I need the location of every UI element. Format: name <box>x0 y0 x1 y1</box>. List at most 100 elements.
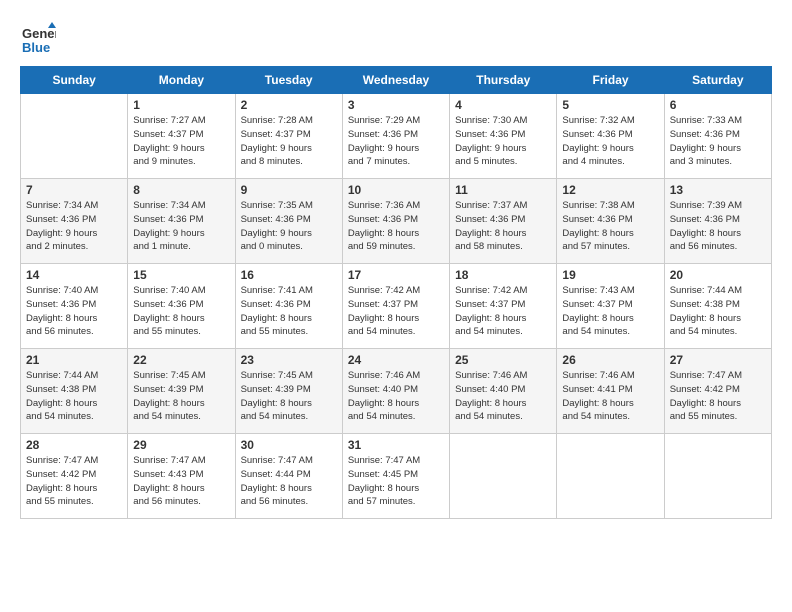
day-number: 29 <box>133 438 229 452</box>
day-number: 15 <box>133 268 229 282</box>
calendar-cell: 13 Sunrise: 7:39 AM Sunset: 4:36 PM Dayli… <box>664 179 771 264</box>
calendar-cell <box>664 434 771 519</box>
day-number: 23 <box>241 353 337 367</box>
day-info: Sunrise: 7:38 AM Sunset: 4:36 PM Dayligh… <box>562 199 658 254</box>
day-info: Sunrise: 7:43 AM Sunset: 4:37 PM Dayligh… <box>562 284 658 339</box>
day-info: Sunrise: 7:44 AM Sunset: 4:38 PM Dayligh… <box>26 369 122 424</box>
weekday-header: Monday <box>128 67 235 94</box>
logo-icon: General Blue <box>20 20 56 56</box>
day-info: Sunrise: 7:46 AM Sunset: 4:40 PM Dayligh… <box>348 369 444 424</box>
day-info: Sunrise: 7:47 AM Sunset: 4:42 PM Dayligh… <box>26 454 122 509</box>
day-info: Sunrise: 7:46 AM Sunset: 4:40 PM Dayligh… <box>455 369 551 424</box>
day-number: 18 <box>455 268 551 282</box>
day-number: 12 <box>562 183 658 197</box>
day-number: 30 <box>241 438 337 452</box>
day-info: Sunrise: 7:42 AM Sunset: 4:37 PM Dayligh… <box>348 284 444 339</box>
day-info: Sunrise: 7:28 AM Sunset: 4:37 PM Dayligh… <box>241 114 337 169</box>
calendar-cell <box>557 434 664 519</box>
calendar-table: SundayMondayTuesdayWednesdayThursdayFrid… <box>20 66 772 519</box>
calendar-cell: 19Sunrise: 7:43 AM Sunset: 4:37 PM Dayli… <box>557 264 664 349</box>
day-number: 11 <box>455 183 551 197</box>
day-number: 3 <box>348 98 444 112</box>
calendar-header: SundayMondayTuesdayWednesdayThursdayFrid… <box>21 67 772 94</box>
day-info: Sunrise: 7:32 AM Sunset: 4:36 PM Dayligh… <box>562 114 658 169</box>
calendar-cell <box>21 94 128 179</box>
calendar-cell: 27 Sunrise: 7:47 AM Sunset: 4:42 PM Dayli… <box>664 349 771 434</box>
day-number: 9 <box>241 183 337 197</box>
calendar-cell: 29 Sunrise: 7:47 AM Sunset: 4:43 PM Dayli… <box>128 434 235 519</box>
calendar-cell: 14 Sunrise: 7:40 AM Sunset: 4:36 PM Dayli… <box>21 264 128 349</box>
calendar-cell: 17 Sunrise: 7:42 AM Sunset: 4:37 PM Dayli… <box>342 264 449 349</box>
weekday-header: Friday <box>557 67 664 94</box>
day-number: 31 <box>348 438 444 452</box>
calendar-cell: 5Sunrise: 7:32 AM Sunset: 4:36 PM Daylig… <box>557 94 664 179</box>
weekday-header: Sunday <box>21 67 128 94</box>
day-number: 27 <box>670 353 766 367</box>
weekday-header: Thursday <box>450 67 557 94</box>
calendar-cell: 15Sunrise: 7:40 AM Sunset: 4:36 PM Dayli… <box>128 264 235 349</box>
day-number: 13 <box>670 183 766 197</box>
day-number: 28 <box>26 438 122 452</box>
day-number: 17 <box>348 268 444 282</box>
day-info: Sunrise: 7:47 AM Sunset: 4:44 PM Dayligh… <box>241 454 337 509</box>
weekday-header: Wednesday <box>342 67 449 94</box>
calendar-week-row: 1 Sunrise: 7:27 AM Sunset: 4:37 PM Daylig… <box>21 94 772 179</box>
calendar-cell: 31 Sunrise: 7:47 AM Sunset: 4:45 PM Dayli… <box>342 434 449 519</box>
calendar-cell: 1 Sunrise: 7:27 AM Sunset: 4:37 PM Daylig… <box>128 94 235 179</box>
calendar-cell: 12 Sunrise: 7:38 AM Sunset: 4:36 PM Dayli… <box>557 179 664 264</box>
day-number: 25 <box>455 353 551 367</box>
day-info: Sunrise: 7:47 AM Sunset: 4:42 PM Dayligh… <box>670 369 766 424</box>
day-number: 1 <box>133 98 229 112</box>
calendar-cell: 3 Sunrise: 7:29 AM Sunset: 4:36 PM Daylig… <box>342 94 449 179</box>
calendar-cell: 30 Sunrise: 7:47 AM Sunset: 4:44 PM Dayli… <box>235 434 342 519</box>
day-info: Sunrise: 7:41 AM Sunset: 4:36 PM Dayligh… <box>241 284 337 339</box>
day-info: Sunrise: 7:34 AM Sunset: 4:36 PM Dayligh… <box>26 199 122 254</box>
day-number: 4 <box>455 98 551 112</box>
day-number: 26 <box>562 353 658 367</box>
day-number: 10 <box>348 183 444 197</box>
weekday-header: Tuesday <box>235 67 342 94</box>
day-number: 7 <box>26 183 122 197</box>
svg-text:Blue: Blue <box>22 40 50 55</box>
calendar-cell: 25 Sunrise: 7:46 AM Sunset: 4:40 PM Dayli… <box>450 349 557 434</box>
day-number: 22 <box>133 353 229 367</box>
day-info: Sunrise: 7:35 AM Sunset: 4:36 PM Dayligh… <box>241 199 337 254</box>
day-info: Sunrise: 7:39 AM Sunset: 4:36 PM Dayligh… <box>670 199 766 254</box>
day-info: Sunrise: 7:46 AM Sunset: 4:41 PM Dayligh… <box>562 369 658 424</box>
calendar-cell: 16 Sunrise: 7:41 AM Sunset: 4:36 PM Dayli… <box>235 264 342 349</box>
day-number: 24 <box>348 353 444 367</box>
calendar-cell: 2 Sunrise: 7:28 AM Sunset: 4:37 PM Daylig… <box>235 94 342 179</box>
calendar-cell: 10 Sunrise: 7:36 AM Sunset: 4:36 PM Dayli… <box>342 179 449 264</box>
calendar-cell: 23 Sunrise: 7:45 AM Sunset: 4:39 PM Dayli… <box>235 349 342 434</box>
day-info: Sunrise: 7:29 AM Sunset: 4:36 PM Dayligh… <box>348 114 444 169</box>
calendar-cell: 22 Sunrise: 7:45 AM Sunset: 4:39 PM Dayli… <box>128 349 235 434</box>
day-number: 6 <box>670 98 766 112</box>
day-number: 8 <box>133 183 229 197</box>
day-info: Sunrise: 7:33 AM Sunset: 4:36 PM Dayligh… <box>670 114 766 169</box>
calendar-cell: 9 Sunrise: 7:35 AM Sunset: 4:36 PM Daylig… <box>235 179 342 264</box>
day-info: Sunrise: 7:40 AM Sunset: 4:36 PM Dayligh… <box>26 284 122 339</box>
page-header: General Blue <box>20 20 772 56</box>
day-info: Sunrise: 7:47 AM Sunset: 4:43 PM Dayligh… <box>133 454 229 509</box>
calendar-cell: 4Sunrise: 7:30 AM Sunset: 4:36 PM Daylig… <box>450 94 557 179</box>
day-number: 2 <box>241 98 337 112</box>
day-number: 21 <box>26 353 122 367</box>
calendar-cell: 11 Sunrise: 7:37 AM Sunset: 4:36 PM Dayli… <box>450 179 557 264</box>
day-number: 16 <box>241 268 337 282</box>
day-info: Sunrise: 7:45 AM Sunset: 4:39 PM Dayligh… <box>133 369 229 424</box>
day-info: Sunrise: 7:47 AM Sunset: 4:45 PM Dayligh… <box>348 454 444 509</box>
calendar-week-row: 28 Sunrise: 7:47 AM Sunset: 4:42 PM Dayli… <box>21 434 772 519</box>
calendar-cell: 28 Sunrise: 7:47 AM Sunset: 4:42 PM Dayli… <box>21 434 128 519</box>
day-number: 20 <box>670 268 766 282</box>
calendar-week-row: 14 Sunrise: 7:40 AM Sunset: 4:36 PM Dayli… <box>21 264 772 349</box>
day-info: Sunrise: 7:27 AM Sunset: 4:37 PM Dayligh… <box>133 114 229 169</box>
day-info: Sunrise: 7:36 AM Sunset: 4:36 PM Dayligh… <box>348 199 444 254</box>
logo: General Blue <box>20 20 60 56</box>
day-info: Sunrise: 7:45 AM Sunset: 4:39 PM Dayligh… <box>241 369 337 424</box>
day-info: Sunrise: 7:44 AM Sunset: 4:38 PM Dayligh… <box>670 284 766 339</box>
calendar-cell: 8Sunrise: 7:34 AM Sunset: 4:36 PM Daylig… <box>128 179 235 264</box>
calendar-cell <box>450 434 557 519</box>
day-info: Sunrise: 7:37 AM Sunset: 4:36 PM Dayligh… <box>455 199 551 254</box>
svg-text:General: General <box>22 26 56 41</box>
day-number: 14 <box>26 268 122 282</box>
